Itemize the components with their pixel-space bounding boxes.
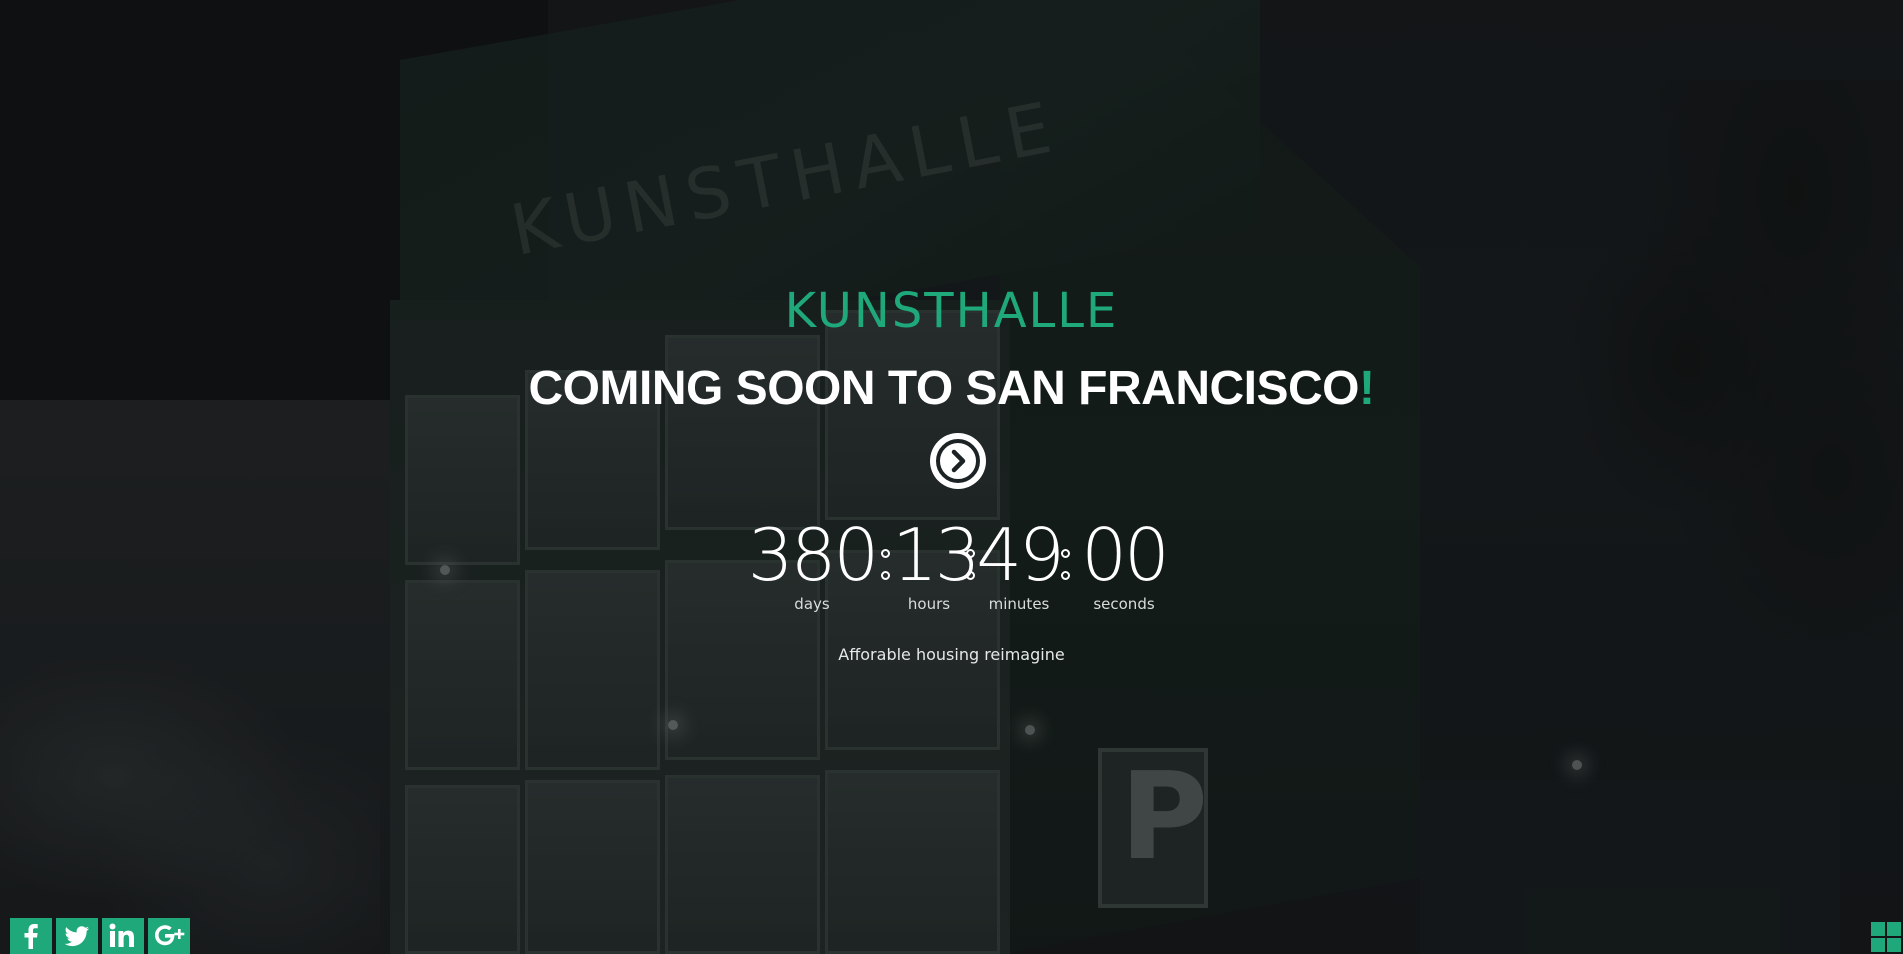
- headline: COMING SOON TO SAN FRANCISCO!: [0, 362, 1903, 416]
- countdown: 380 days 13 hours 49 minutes 00 seconds: [0, 515, 1903, 615]
- next-button[interactable]: [930, 433, 986, 489]
- twitter-icon: [64, 926, 89, 947]
- countdown-seconds-value: 00: [1081, 513, 1170, 597]
- headline-text: COMING SOON TO SAN FRANCISCO: [528, 362, 1360, 415]
- countdown-minutes-value: 49: [976, 513, 1065, 597]
- linkedin-icon: [109, 923, 134, 947]
- google-plus-icon: [155, 925, 185, 946]
- facebook-icon: [24, 924, 38, 949]
- twitter-link[interactable]: [56, 918, 98, 954]
- chevron-right-circle-icon: [936, 439, 980, 483]
- tagline: Afforable housing reimagine: [838, 645, 1065, 664]
- countdown-seconds-label: seconds: [1093, 595, 1155, 613]
- countdown-days-label: days: [794, 595, 830, 613]
- facebook-link[interactable]: [10, 918, 52, 954]
- countdown-seconds: 00 seconds: [1072, 515, 1176, 613]
- countdown-hours-label: hours: [907, 595, 951, 613]
- countdown-hours: 13 hours: [892, 513, 981, 613]
- countdown-hours-value: 13: [892, 513, 981, 597]
- countdown-days-value: 380: [747, 513, 879, 597]
- countdown-days: 380 days: [742, 515, 882, 613]
- brand-logo: KUNSTHALLE: [784, 283, 1119, 339]
- google-plus-link[interactable]: [148, 918, 190, 954]
- menu-grid-icon[interactable]: [1871, 922, 1903, 954]
- page: P KUNSTHALLE KUNSTHALLE COMING SOON TO S…: [0, 0, 1903, 954]
- countdown-minutes: 49 minutes: [975, 513, 1065, 613]
- headline-accent: !: [1359, 362, 1375, 415]
- linkedin-link[interactable]: [102, 918, 144, 954]
- countdown-minutes-label: minutes: [988, 595, 1050, 613]
